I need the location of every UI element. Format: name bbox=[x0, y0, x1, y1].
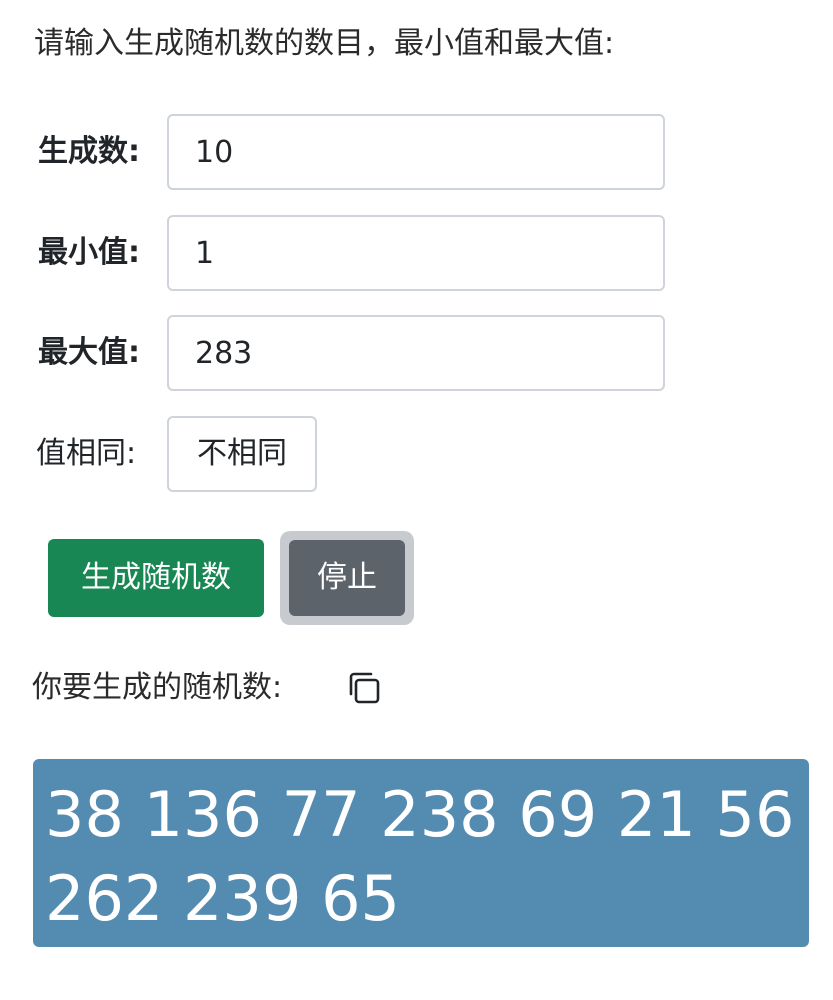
min-input[interactable] bbox=[167, 215, 665, 291]
count-label: 生成数: bbox=[38, 134, 140, 169]
min-label: 最小值: bbox=[38, 235, 140, 270]
result-label: 你要生成的随机数: bbox=[32, 670, 283, 705]
count-input[interactable] bbox=[167, 114, 665, 190]
generate-button[interactable]: 生成随机数 bbox=[48, 539, 264, 617]
random-numbers-output: 38 136 77 238 69 21 56 262 239 65 bbox=[33, 759, 809, 947]
max-input[interactable] bbox=[167, 315, 665, 391]
instructions-text: 请输入生成随机数的数目，最小值和最大值: bbox=[34, 26, 615, 61]
copy-icon[interactable] bbox=[346, 670, 382, 706]
max-label: 最大值: bbox=[38, 335, 140, 370]
same-value-label: 值相同: bbox=[36, 436, 137, 471]
same-value-select[interactable]: 不相同 bbox=[167, 416, 317, 492]
stop-button[interactable]: 停止 bbox=[289, 540, 405, 616]
